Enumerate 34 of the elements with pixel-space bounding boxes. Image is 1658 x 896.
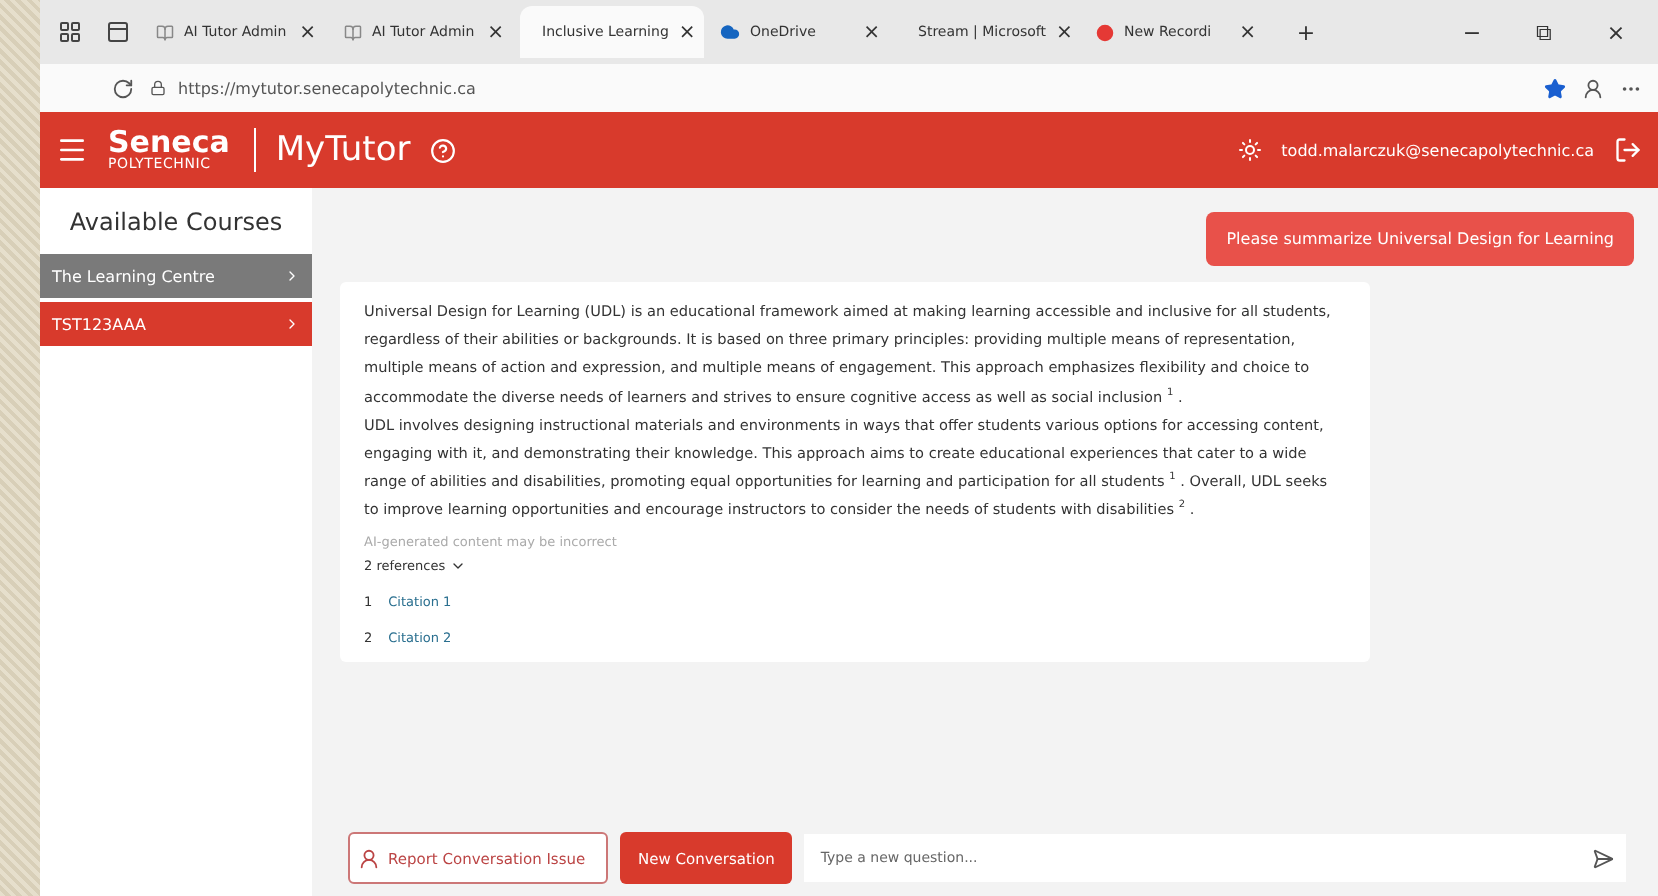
person-icon [358, 847, 380, 869]
new-tab-button[interactable]: + [1272, 19, 1340, 45]
favorite-star-icon[interactable] [1544, 77, 1566, 99]
course-item[interactable]: TST123AAA [40, 302, 312, 346]
app-title: MyTutor [275, 130, 411, 170]
close-tab-icon[interactable]: × [863, 21, 880, 43]
page-icon [344, 23, 362, 41]
page-icon [156, 23, 174, 41]
profile-icon[interactable] [1582, 77, 1604, 99]
user-message: Please summarize Universal Design for Learning [1206, 212, 1634, 266]
close-tab-icon[interactable]: × [1056, 21, 1073, 43]
window-control[interactable]: − [1438, 19, 1506, 45]
close-tab-icon[interactable]: × [299, 21, 316, 43]
lock-icon [150, 80, 166, 96]
logout-icon[interactable] [1614, 136, 1642, 164]
close-tab-icon[interactable]: × [678, 21, 696, 43]
window-control[interactable]: ⧉ [1510, 19, 1578, 45]
refresh-icon[interactable] [112, 77, 134, 99]
expand-icon [284, 316, 300, 332]
close-tab-icon[interactable]: × [1239, 21, 1256, 43]
menu-icon[interactable] [56, 134, 88, 166]
cloud-icon [720, 22, 740, 42]
window-control[interactable]: × [1582, 19, 1650, 45]
theme-icon[interactable] [1237, 138, 1262, 162]
course-item[interactable]: The Learning Centre [40, 254, 312, 298]
record-icon [1096, 23, 1114, 41]
tab-actions-icon[interactable] [106, 20, 130, 44]
help-icon[interactable] [430, 137, 457, 163]
workspaces-icon[interactable] [58, 20, 82, 44]
send-icon[interactable] [1591, 847, 1613, 869]
expand-icon [284, 268, 300, 284]
sidebar-title: Available Courses [67, 206, 285, 240]
user-email: todd.malarczuk@senecapolytechnic.ca [1281, 141, 1594, 159]
close-tab-icon[interactable]: × [487, 21, 504, 43]
